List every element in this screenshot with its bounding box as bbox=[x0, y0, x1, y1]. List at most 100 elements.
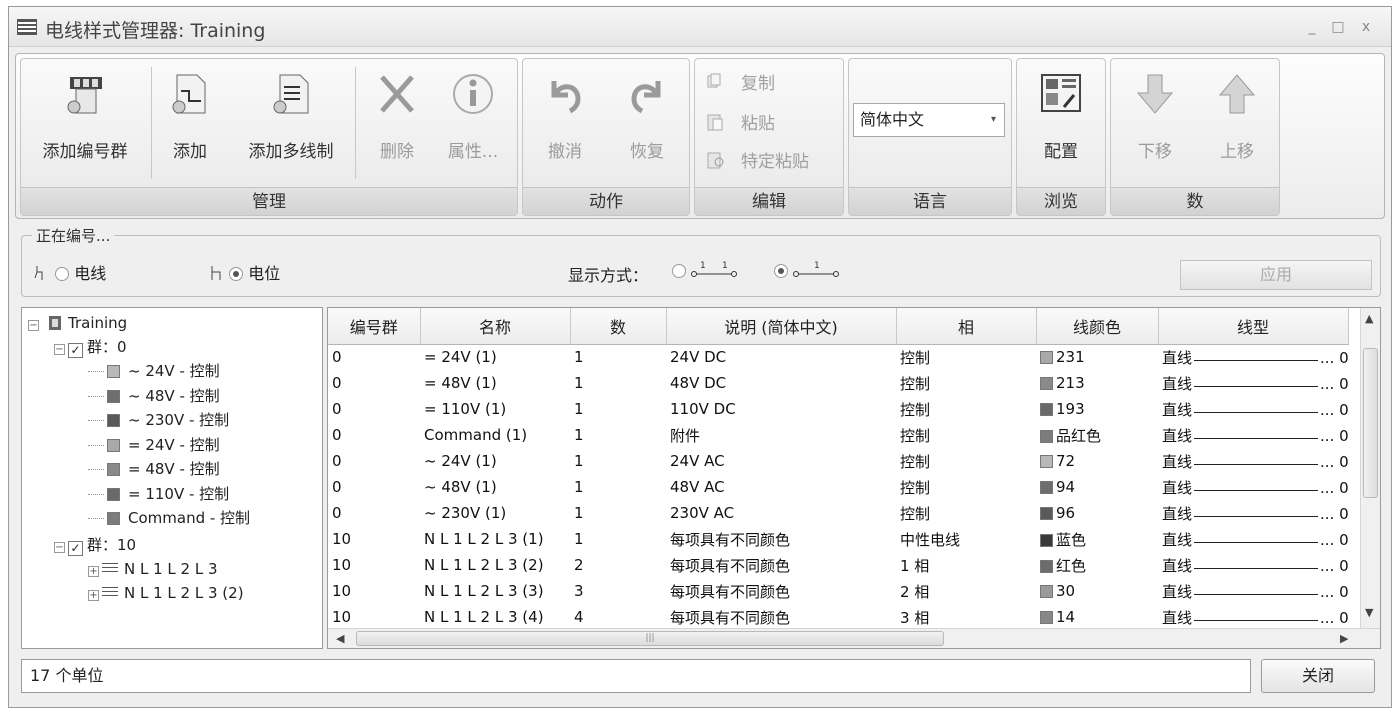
add-button[interactable]: 添加 bbox=[157, 63, 223, 185]
copy-button[interactable]: 复制 bbox=[741, 69, 775, 94]
cell-line-type[interactable]: 直线 ... 0 bbox=[1158, 604, 1348, 630]
tree-root[interactable]: − Training bbox=[28, 312, 127, 334]
tree-group-10[interactable]: − ✓ 群：10 bbox=[54, 534, 136, 556]
redo-button[interactable]: 恢复 bbox=[607, 63, 687, 185]
tree-multiwire-item[interactable]: + N L 1 L 2 L 3 (2) bbox=[88, 582, 244, 604]
horizontal-scrollbar[interactable]: ◀ ||| ▶ bbox=[328, 628, 1380, 648]
table-row[interactable]: 10 N L 1 L 2 L 3 (1) 1 每项具有不同颜色 中性电线 蓝色 直线 ... … bbox=[328, 526, 1348, 552]
tree-wire-style-item[interactable]: Command - 控制 bbox=[88, 507, 250, 529]
cell-line-type[interactable]: 直线 ... 0 bbox=[1158, 370, 1348, 396]
cell-line-type[interactable]: 直线 ... 0 bbox=[1158, 448, 1348, 474]
add-group-button[interactable]: 添加编号群 bbox=[23, 63, 147, 185]
apply-button[interactable]: 应用 bbox=[1180, 260, 1372, 290]
undo-button[interactable]: 撤消 bbox=[525, 63, 605, 185]
table-row[interactable]: 10 N L 1 L 2 L 3 (2) 2 每项具有不同颜色 1 相 红色 直线 ... 0 bbox=[328, 552, 1348, 578]
column-header[interactable]: 数 bbox=[570, 308, 667, 345]
cell-number[interactable]: 1 bbox=[570, 448, 666, 474]
cell-phase[interactable]: 控制 bbox=[896, 344, 1036, 370]
cell-line-type[interactable]: 直线 ... 0 bbox=[1158, 344, 1348, 370]
cell-description[interactable]: 230V AC bbox=[666, 500, 896, 526]
cell-number[interactable]: 1 bbox=[570, 370, 666, 396]
cell-line-type[interactable]: 直线 ... 0 bbox=[1158, 578, 1348, 604]
cell-group[interactable]: 10 bbox=[328, 578, 420, 604]
tree-wire-style-item[interactable]: ~ 24V - 控制 bbox=[88, 360, 220, 382]
cell-wire-color[interactable]: 14 bbox=[1036, 604, 1158, 630]
cell-line-type[interactable]: 直线 ... 0 bbox=[1158, 422, 1348, 448]
tree-wire-style-item[interactable]: = 110V - 控制 bbox=[88, 483, 229, 505]
wire-radio[interactable] bbox=[55, 267, 70, 281]
tree-wire-style-item[interactable]: = 24V - 控制 bbox=[88, 434, 220, 456]
column-header[interactable]: 相 bbox=[896, 308, 1037, 345]
cell-wire-color[interactable]: 30 bbox=[1036, 578, 1158, 604]
cell-name[interactable]: N L 1 L 2 L 3 (4) bbox=[420, 604, 570, 630]
close-button[interactable]: 关闭 bbox=[1261, 659, 1375, 693]
column-header[interactable]: 线型 bbox=[1158, 308, 1349, 345]
delete-button[interactable]: 删除 bbox=[363, 63, 431, 185]
cell-line-type[interactable]: 直线 ... 0 bbox=[1158, 526, 1348, 552]
cell-name[interactable]: Command (1) bbox=[420, 422, 570, 448]
cell-wire-color[interactable]: 72 bbox=[1036, 448, 1158, 474]
cell-line-type[interactable]: 直线 ... 0 bbox=[1158, 474, 1348, 500]
cell-name[interactable]: N L 1 L 2 L 3 (3) bbox=[420, 578, 570, 604]
column-header[interactable]: 编号群 bbox=[328, 308, 421, 345]
tree-group-0[interactable]: − ✓ 群：0 bbox=[54, 336, 127, 358]
cell-group[interactable]: 10 bbox=[328, 526, 420, 552]
cell-wire-color[interactable]: 193 bbox=[1036, 396, 1158, 422]
cell-phase[interactable]: 中性电线 bbox=[896, 526, 1036, 552]
cell-description[interactable]: 48V DC bbox=[666, 370, 896, 396]
cell-number[interactable]: 4 bbox=[570, 604, 666, 630]
cell-wire-color[interactable]: 红色 bbox=[1036, 552, 1158, 578]
table-row[interactable]: 10 N L 1 L 2 L 3 (4) 4 每项具有不同颜色 3 相 14 直线 ... 0 bbox=[328, 604, 1348, 630]
cell-phase[interactable]: 控制 bbox=[896, 422, 1036, 448]
cell-wire-color[interactable]: 96 bbox=[1036, 500, 1158, 526]
column-header[interactable]: 说明 (简体中文) bbox=[666, 308, 897, 345]
cell-description[interactable]: 每项具有不同颜色 bbox=[666, 552, 896, 578]
cell-name[interactable]: = 110V (1) bbox=[420, 396, 570, 422]
cell-name[interactable]: = 24V (1) bbox=[420, 344, 570, 370]
cell-phase[interactable]: 1 相 bbox=[896, 552, 1036, 578]
table-row[interactable]: 10 N L 1 L 2 L 3 (3) 3 每项具有不同颜色 2 相 30 直线 ... 0 bbox=[328, 578, 1348, 604]
table-row[interactable]: 0 ~ 24V (1) 1 24V AC 控制 72 直线 ... 0 bbox=[328, 448, 1348, 474]
cell-description[interactable]: 110V DC bbox=[666, 396, 896, 422]
cell-description[interactable]: 24V DC bbox=[666, 344, 896, 370]
tree-wire-style-item[interactable]: = 48V - 控制 bbox=[88, 458, 220, 480]
cell-group[interactable]: 0 bbox=[328, 396, 420, 422]
cell-description[interactable]: 每项具有不同颜色 bbox=[666, 578, 896, 604]
horizontal-scroll-thumb[interactable]: ||| bbox=[356, 631, 944, 646]
scroll-right-icon[interactable]: ▶ bbox=[1340, 632, 1348, 645]
scroll-left-icon[interactable]: ◀ bbox=[336, 632, 344, 645]
cell-group[interactable]: 0 bbox=[328, 500, 420, 526]
add-multiwire-button[interactable]: 添加多线制 bbox=[229, 63, 353, 185]
cell-line-type[interactable]: 直线 ... 0 bbox=[1158, 396, 1348, 422]
vertical-scrollbar[interactable]: ▲ ▼ bbox=[1360, 308, 1380, 630]
tree-wire-style-item[interactable]: ~ 230V - 控制 bbox=[88, 409, 229, 431]
tree-multiwire-item[interactable]: + N L 1 L 2 L 3 bbox=[88, 558, 218, 580]
display-mode-radio-2[interactable] bbox=[774, 264, 788, 278]
cell-number[interactable]: 1 bbox=[570, 526, 666, 552]
cell-number[interactable]: 3 bbox=[570, 578, 666, 604]
display-mode-radio-1[interactable] bbox=[672, 264, 686, 278]
move-up-button[interactable]: 上移 bbox=[1197, 63, 1277, 185]
table-row[interactable]: 0 ~ 48V (1) 1 48V AC 控制 94 直线 ... 0 bbox=[328, 474, 1348, 500]
language-select[interactable]: 简体中文 ▾ bbox=[853, 103, 1005, 137]
config-button[interactable]: 配置 bbox=[1019, 63, 1103, 185]
cell-wire-color[interactable]: 品红色 bbox=[1036, 422, 1158, 448]
table-row[interactable]: 0 = 48V (1) 1 48V DC 控制 213 直线 ... 0 bbox=[328, 370, 1348, 396]
cell-name[interactable]: = 48V (1) bbox=[420, 370, 570, 396]
cell-group[interactable]: 10 bbox=[328, 604, 420, 630]
properties-button[interactable]: 属性... bbox=[433, 63, 513, 185]
cell-name[interactable]: ~ 24V (1) bbox=[420, 448, 570, 474]
cell-phase[interactable]: 控制 bbox=[896, 474, 1036, 500]
cell-description[interactable]: 24V AC bbox=[666, 448, 896, 474]
cell-group[interactable]: 0 bbox=[328, 344, 420, 370]
cell-description[interactable]: 48V AC bbox=[666, 474, 896, 500]
cell-name[interactable]: N L 1 L 2 L 3 (2) bbox=[420, 552, 570, 578]
tree-wire-style-item[interactable]: ~ 48V - 控制 bbox=[88, 385, 220, 407]
cell-number[interactable]: 1 bbox=[570, 344, 666, 370]
cell-name[interactable]: ~ 230V (1) bbox=[420, 500, 570, 526]
cell-name[interactable]: ~ 48V (1) bbox=[420, 474, 570, 500]
close-window-button[interactable]: x bbox=[1355, 17, 1377, 37]
cell-number[interactable]: 1 bbox=[570, 500, 666, 526]
scroll-up-icon[interactable]: ▲ bbox=[1365, 312, 1373, 325]
cell-description[interactable]: 附件 bbox=[666, 422, 896, 448]
